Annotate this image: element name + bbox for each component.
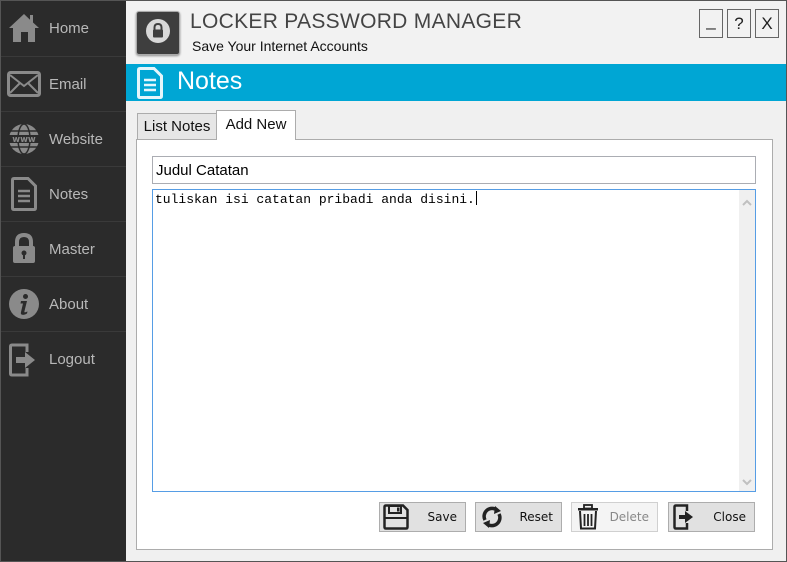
text-caret (475, 191, 477, 205)
sidebar-item-email[interactable]: Email (0, 57, 126, 112)
app-title: LOCKER PASSWORD MANAGER (190, 10, 523, 33)
lock-icon (0, 222, 48, 277)
sidebar-item-label: Home (49, 19, 90, 37)
scroll-up-button[interactable] (739, 192, 755, 209)
note-title-input[interactable] (152, 156, 756, 184)
reset-button[interactable]: Reset (475, 502, 562, 532)
sidebar-item-label: Master (49, 240, 95, 258)
scroll-down-button[interactable] (739, 472, 755, 489)
home-icon (0, 1, 48, 56)
sidebar-item-website[interactable]: www Website (0, 112, 126, 167)
app-header: LOCKER PASSWORD MANAGER Save Your Intern… (126, 0, 787, 64)
sidebar-item-label: About (49, 295, 89, 313)
sidebar-item-about[interactable]: About (0, 277, 126, 332)
sidebar-item-label: Website (49, 130, 103, 148)
sidebar-item-notes[interactable]: Notes (0, 167, 126, 222)
close-label: Close (713, 510, 746, 524)
info-icon (0, 277, 48, 332)
document-icon (0, 167, 48, 222)
envelope-icon (0, 57, 48, 112)
exit-icon (669, 503, 701, 531)
sidebar-item-label: Logout (49, 351, 95, 368)
close-button[interactable]: Close (668, 502, 755, 532)
chevron-down-icon (742, 471, 752, 490)
note-body-text: tuliskan isi catatan pribadi anda disini… (155, 192, 475, 207)
app-logo (136, 11, 180, 55)
floppy-disk-icon (380, 503, 412, 531)
close-window-button[interactable]: X (755, 9, 779, 38)
sidebar: Home Email www Website Notes Master Abou… (0, 0, 126, 562)
page-title: Notes (177, 67, 243, 95)
delete-button[interactable]: Delete (571, 502, 658, 532)
sidebar-item-logout[interactable]: Logout (0, 332, 126, 387)
sidebar-item-label: Email (49, 75, 87, 93)
tab-add-new[interactable]: Add New (216, 110, 296, 140)
note-body-textarea[interactable]: tuliskan isi catatan pribadi anda disini… (152, 189, 756, 492)
tab-list-notes[interactable]: List Notes (137, 113, 217, 139)
sidebar-item-home[interactable]: Home (0, 0, 126, 57)
svg-text:www: www (12, 135, 36, 145)
sidebar-item-label: Notes (49, 185, 89, 203)
refresh-icon (476, 503, 508, 531)
globe-www-icon: www (0, 112, 48, 167)
vertical-scrollbar[interactable] (739, 190, 755, 491)
page-title-bar: Notes (126, 64, 787, 101)
sidebar-item-master[interactable]: Master (0, 222, 126, 277)
save-button[interactable]: Save (379, 502, 466, 532)
chevron-up-icon (742, 191, 752, 210)
trash-icon (572, 503, 604, 531)
document-icon (137, 67, 163, 103)
reset-label: Reset (519, 510, 553, 524)
lock-icon (145, 18, 171, 48)
app-subtitle: Save Your Internet Accounts (192, 38, 368, 54)
minimize-button[interactable]: _ (699, 9, 723, 38)
help-button[interactable]: ? (727, 9, 751, 38)
delete-label: Delete (609, 510, 649, 524)
logout-icon (0, 332, 48, 387)
save-label: Save (427, 510, 457, 524)
